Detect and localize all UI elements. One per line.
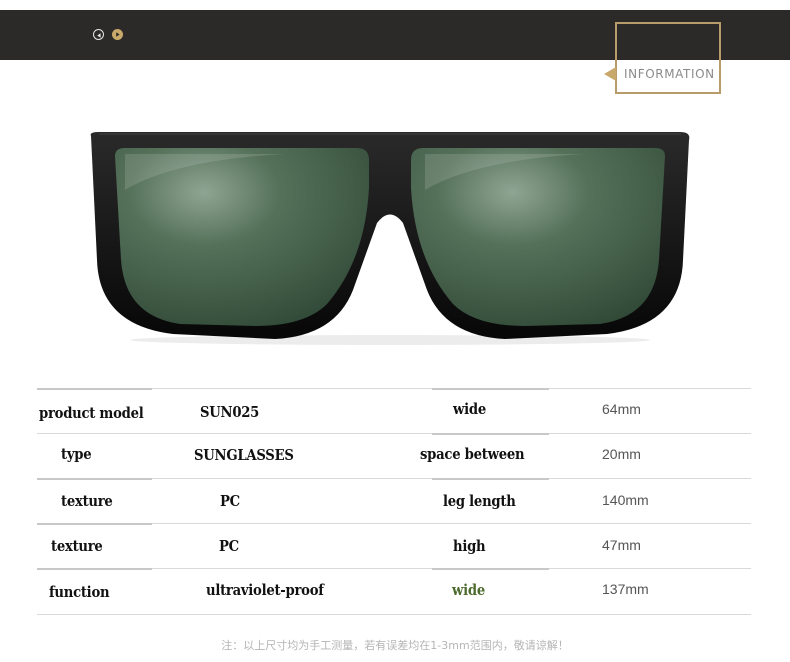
spec-value: 20mm: [602, 446, 641, 462]
spec-row: type SUNGLASSES space between 20mm: [37, 433, 751, 478]
spec-value: PC: [219, 537, 239, 555]
spec-label: type: [61, 445, 92, 463]
spec-value: 47mm: [602, 537, 641, 553]
spec-value: SUNGLASSES: [194, 446, 294, 464]
next-slide-button[interactable]: [112, 29, 123, 40]
spec-value: 64mm: [602, 401, 641, 417]
spec-label: texture: [51, 537, 103, 555]
spec-row: texture PC high 47mm: [37, 523, 751, 568]
spec-row: texture PC leg length 140mm: [37, 478, 751, 523]
information-label: INFORMATION: [624, 67, 715, 81]
spec-table: product model SUN025 wide 64mm type SUNG…: [37, 388, 751, 613]
spec-value: PC: [220, 492, 240, 510]
spec-label: product model: [39, 404, 144, 422]
spec-value: 140mm: [602, 492, 649, 508]
spec-label: texture: [61, 492, 113, 510]
spec-label: wide: [453, 400, 486, 418]
spec-value: SUN025: [200, 403, 260, 421]
spec-label: space between: [420, 445, 525, 463]
information-frame: [615, 22, 721, 94]
spec-label: high: [453, 537, 486, 555]
spec-label: leg length: [443, 492, 516, 510]
spec-value: 137mm: [602, 581, 649, 597]
measurement-note: 注：以上尺寸均为手工测量，若有误差均在1-3mm范围内，敬请谅解！: [221, 639, 569, 652]
spec-row: function ultraviolet-proof wide 137mm: [37, 568, 751, 613]
spec-label: wide: [452, 581, 485, 599]
table-bottom-line: [37, 614, 751, 615]
triangle-marker-icon: [604, 67, 616, 81]
spec-row: product model SUN025 wide 64mm: [37, 388, 751, 433]
prev-slide-button[interactable]: [93, 29, 104, 40]
spec-label: function: [49, 583, 110, 601]
circle-left-arrow-icon: [97, 33, 101, 38]
sunglasses-image: [90, 132, 690, 345]
spec-value: ultraviolet-proof: [206, 581, 324, 599]
circle-right-arrow-icon: [116, 32, 120, 37]
